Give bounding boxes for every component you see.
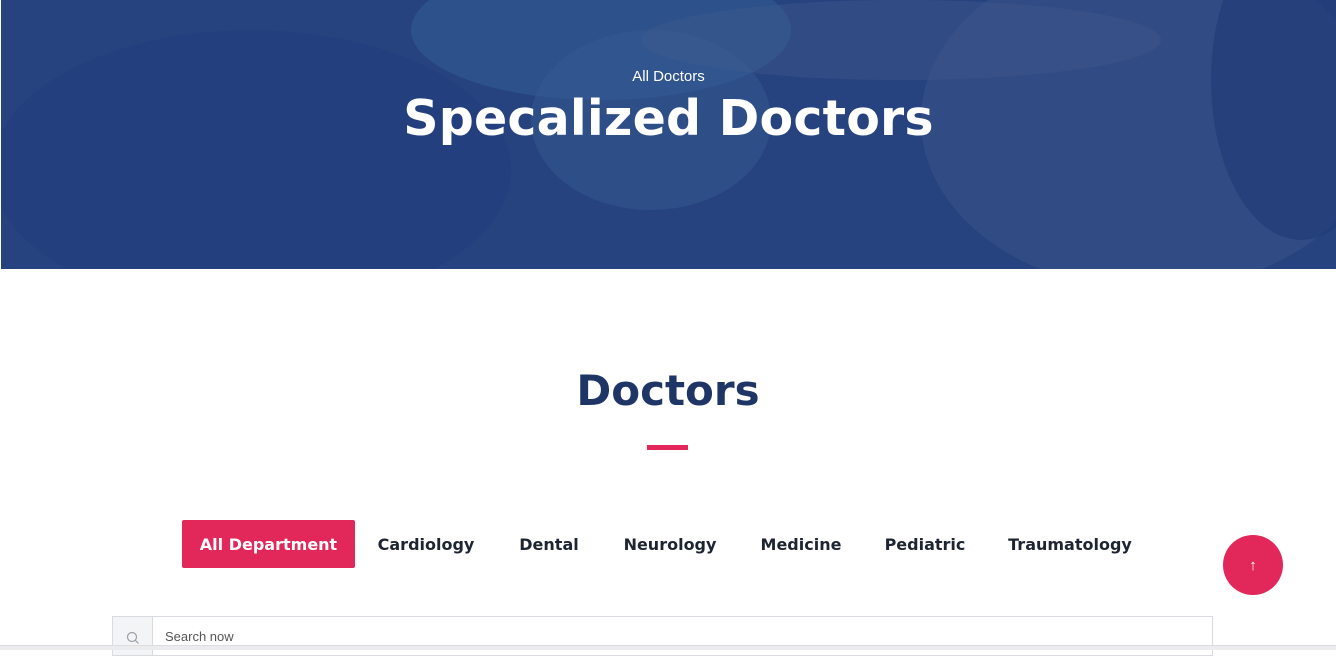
tab-cardiology[interactable]: Cardiology bbox=[355, 520, 497, 568]
tab-dental[interactable]: Dental bbox=[497, 520, 601, 568]
search-bar bbox=[112, 616, 1213, 656]
title-underline bbox=[647, 445, 688, 450]
section-title: Doctors bbox=[576, 366, 760, 415]
tab-medicine[interactable]: Medicine bbox=[739, 520, 863, 568]
tab-traumatology[interactable]: Traumatology bbox=[987, 520, 1153, 568]
page-bottom-edge bbox=[0, 645, 1336, 650]
hero-subtitle: All Doctors bbox=[632, 68, 705, 85]
hero-banner: All Doctors Specalized Doctors bbox=[1, 0, 1336, 269]
back-to-top-button[interactable]: ↑ bbox=[1223, 535, 1283, 595]
hero-title: Specalized Doctors bbox=[403, 90, 934, 147]
arrow-up-icon: ↑ bbox=[1249, 556, 1257, 574]
department-tabs: All Department Cardiology Dental Neurolo… bbox=[182, 520, 1153, 568]
tab-neurology[interactable]: Neurology bbox=[601, 520, 739, 568]
tab-pediatric[interactable]: Pediatric bbox=[863, 520, 987, 568]
tab-all-department[interactable]: All Department bbox=[182, 520, 355, 568]
